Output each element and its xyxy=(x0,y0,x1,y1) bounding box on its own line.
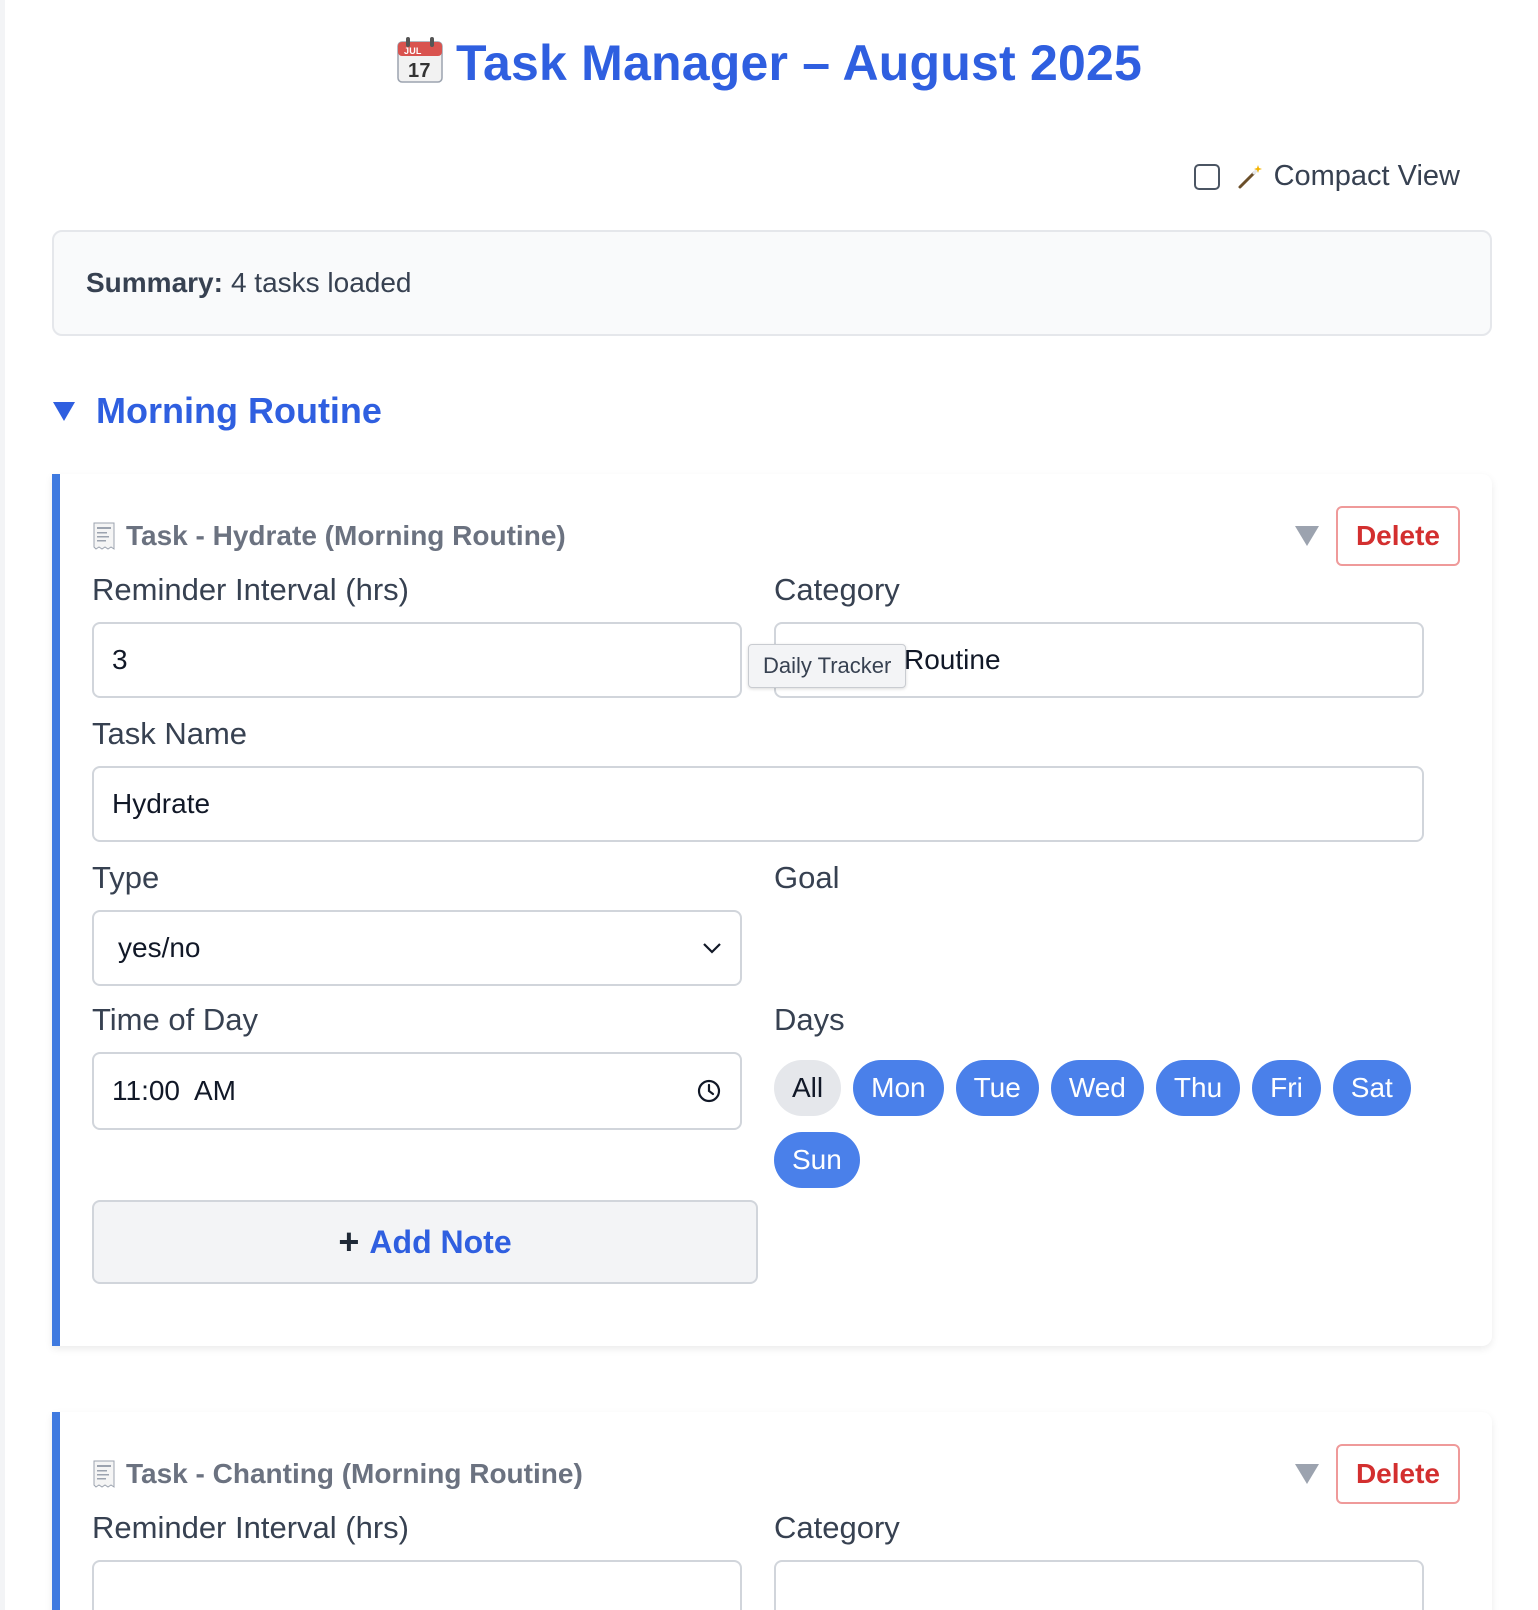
summary-box: Summary: 4 tasks loaded xyxy=(52,230,1492,336)
page-title: JUL 17 Task Manager – August 2025 xyxy=(0,34,1538,92)
clock-icon[interactable] xyxy=(696,1078,722,1104)
reminder-interval-value: 3 xyxy=(112,644,128,675)
delete-button[interactable]: Delete xyxy=(1335,1444,1460,1504)
group-name: Morning Routine xyxy=(96,390,382,431)
category-input[interactable] xyxy=(774,1560,1424,1610)
add-note-button[interactable]: + Add Note xyxy=(92,1200,758,1284)
plus-icon: + xyxy=(338,1221,360,1262)
task-name-input[interactable]: Hydrate xyxy=(92,766,1424,842)
day-pill-sun[interactable]: Sun xyxy=(774,1132,860,1188)
reminder-interval-input[interactable]: 3 xyxy=(92,622,742,698)
window-edge xyxy=(0,0,5,1610)
task-title: Task - Hydrate (Morning Routine) xyxy=(92,520,566,552)
task-card-header: Task - Chanting (Morning Routine) Delete xyxy=(92,1444,1460,1504)
summary-label: Summary: xyxy=(86,267,223,298)
task-title: Task - Chanting (Morning Routine) xyxy=(92,1458,583,1490)
category-label: Category xyxy=(774,572,900,607)
task-title-text: Task - Chanting (Morning Routine) xyxy=(126,1458,583,1489)
page-title-text: Task Manager – August 2025 xyxy=(455,35,1142,91)
task-card-hydrate: Task - Hydrate (Morning Routine) Delete … xyxy=(52,474,1492,1346)
compact-view-toggle[interactable]: Compact View xyxy=(1193,160,1460,193)
time-of-day-label: Time of Day xyxy=(92,1002,258,1037)
time-of-day-input[interactable]: 11:00 AM xyxy=(92,1052,742,1130)
add-note-label: Add Note xyxy=(369,1223,512,1260)
type-value: yes/no xyxy=(118,932,201,963)
day-pill-fri[interactable]: Fri xyxy=(1252,1060,1321,1116)
reminder-interval-input[interactable] xyxy=(92,1560,742,1610)
goal-label: Goal xyxy=(774,860,840,895)
type-select[interactable]: yes/no xyxy=(92,910,742,986)
delete-button[interactable]: Delete xyxy=(1335,506,1460,566)
task-actions: Delete xyxy=(1294,1444,1460,1504)
collapse-triangle-icon[interactable] xyxy=(1294,1462,1320,1486)
day-pill-wed[interactable]: Wed xyxy=(1050,1060,1144,1116)
task-title-text: Task - Hydrate (Morning Routine) xyxy=(126,520,566,551)
day-pill-all[interactable]: All xyxy=(774,1060,842,1116)
days-label: Days xyxy=(774,1002,845,1037)
magic-wand-icon xyxy=(1236,163,1264,191)
calendar-icon: JUL 17 xyxy=(396,36,444,84)
task-name-label: Task Name xyxy=(92,716,248,751)
summary-text: 4 tasks loaded xyxy=(230,267,412,298)
day-pill-thu[interactable]: Thu xyxy=(1155,1060,1241,1116)
task-card-header: Task - Hydrate (Morning Routine) Delete xyxy=(92,506,1460,566)
task-name-value: Hydrate xyxy=(112,788,211,819)
category-value: Routine xyxy=(904,644,1001,675)
reminder-interval-label: Reminder Interval (hrs) xyxy=(92,572,409,607)
compact-view-checkbox[interactable] xyxy=(1193,163,1220,190)
day-pill-tue[interactable]: Tue xyxy=(955,1060,1039,1116)
day-pill-mon[interactable]: Mon xyxy=(853,1060,944,1116)
expanded-triangle-icon xyxy=(53,402,75,421)
category-label: Category xyxy=(774,1510,900,1545)
reminder-interval-label: Reminder Interval (hrs) xyxy=(92,1510,409,1545)
group-header-morning-routine[interactable]: Morning Routine xyxy=(52,390,382,432)
time-of-day-value: 11:00 AM xyxy=(112,1075,237,1106)
compact-view-label: Compact View xyxy=(1273,160,1460,192)
collapse-triangle-icon[interactable] xyxy=(1294,524,1320,548)
receipt-icon xyxy=(93,522,115,550)
category-tooltip: Daily Tracker xyxy=(748,644,907,688)
receipt-icon xyxy=(93,1460,115,1488)
calendar-month: JUL xyxy=(404,46,422,56)
task-card-chanting: Task - Chanting (Morning Routine) Delete… xyxy=(52,1412,1492,1610)
type-label: Type xyxy=(92,860,160,895)
day-pill-sat[interactable]: Sat xyxy=(1332,1060,1411,1116)
days-pill-group: All Mon Tue Wed Thu Fri Sat Sun xyxy=(774,1060,1434,1204)
task-actions: Delete xyxy=(1294,506,1460,566)
calendar-day: 17 xyxy=(408,60,431,82)
chevron-down-icon xyxy=(703,943,721,954)
